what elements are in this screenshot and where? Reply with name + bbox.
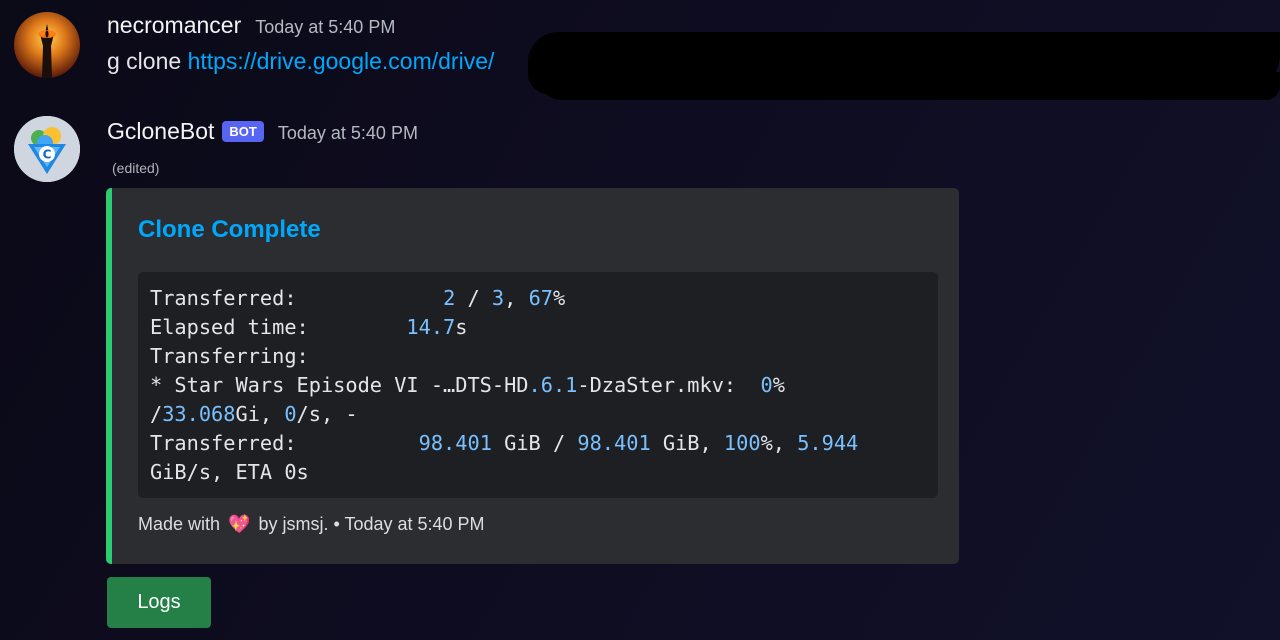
code-number: 98.401 xyxy=(418,431,492,455)
message-header: necromancer Today at 5:40 PM xyxy=(107,12,395,39)
code-text: / xyxy=(150,402,163,426)
code-line: /33.068Gi, 0/s, - xyxy=(150,400,926,429)
code-number: 0 xyxy=(760,373,773,397)
command-text: g clone xyxy=(107,48,188,74)
message-necromancer: necromancer Today at 5:40 PM g clone htt… xyxy=(0,0,1280,110)
embed-card: Clone Complete Transferred: 2 / 3, 67% El… xyxy=(106,188,959,564)
heart-icon: 💖 xyxy=(228,514,251,534)
redaction-bar xyxy=(540,72,1280,100)
code-text: % xyxy=(552,286,566,310)
code-text: GiB / xyxy=(491,431,578,455)
code-text: Elapsed time: xyxy=(150,315,407,339)
code-text: % xyxy=(772,373,785,397)
code-text: /s, - xyxy=(296,402,358,426)
code-number: 0 xyxy=(284,402,297,426)
code-text: GiB, xyxy=(650,431,724,455)
username[interactable]: GcloneBot xyxy=(107,118,214,145)
code-number: 67 xyxy=(528,286,553,310)
bot-avatar[interactable]: C xyxy=(14,116,80,182)
code-block: Transferred: 2 / 3, 67% Elapsed time: 14.… xyxy=(138,272,938,498)
code-text: / xyxy=(455,286,492,310)
timestamp: Today at 5:40 PM xyxy=(277,123,418,143)
code-text: Transferring: xyxy=(150,344,309,368)
embed-title: Clone Complete xyxy=(138,216,321,243)
footer-suffix: by jsmsj. • Today at 5:40 PM xyxy=(258,514,485,534)
code-number: 3 xyxy=(491,286,505,310)
code-text: GiB/s, ETA 0s xyxy=(150,460,309,484)
code-number: 14.7 xyxy=(406,315,456,339)
code-text: -DzaSter.mkv: xyxy=(577,373,761,397)
edited-label: (edited) xyxy=(112,160,160,176)
username[interactable]: necromancer xyxy=(107,12,241,39)
code-text: Transferred: xyxy=(150,286,444,310)
drive-link[interactable]: https://drive.google.com/drive/ xyxy=(188,48,495,74)
code-text: * Star Wars Episode VI -…DTS-HD xyxy=(150,373,529,397)
code-number: 2 xyxy=(443,286,456,310)
code-line: Transferring: xyxy=(150,342,926,371)
code-number: 33.068 xyxy=(162,402,236,426)
code-text: s xyxy=(455,315,468,339)
code-line: Transferred: 98.401 GiB / 98.401 GiB, 10… xyxy=(150,429,926,458)
gclone-logo-icon: C xyxy=(14,116,80,182)
message-content: g clone https://drive.google.com/drive/ xyxy=(107,48,494,75)
code-text: Gi, xyxy=(235,402,285,426)
bot-badge: BOT xyxy=(222,121,264,142)
code-text: %, xyxy=(760,431,798,455)
code-line: Elapsed time: 14.7s xyxy=(150,313,926,342)
message-header: GcloneBot BOT Today at 5:40 PM xyxy=(107,118,418,145)
code-number: 98.401 xyxy=(577,431,651,455)
code-text: Transferred: xyxy=(150,431,419,455)
code-line: Transferred: 2 / 3, 67% xyxy=(150,284,926,313)
embed-footer: Made with 💖 by jsmsj. • Today at 5:40 PM xyxy=(138,514,485,535)
user-avatar[interactable] xyxy=(14,12,80,78)
code-line: GiB/s, ETA 0s xyxy=(150,458,926,487)
code-number: .6.1 xyxy=(528,373,578,397)
code-number: 100 xyxy=(723,431,761,455)
code-number: 5.944 xyxy=(797,431,859,455)
svg-text:C: C xyxy=(43,148,52,162)
code-line: * Star Wars Episode VI -…DTS-HD.6.1-DzaS… xyxy=(150,371,926,400)
timestamp: Today at 5:40 PM xyxy=(255,17,396,37)
logs-button[interactable]: Logs xyxy=(107,577,211,628)
footer-prefix: Made with xyxy=(138,514,221,534)
eye-of-sauron-avatar-icon xyxy=(14,12,80,78)
code-text: , xyxy=(504,286,529,310)
